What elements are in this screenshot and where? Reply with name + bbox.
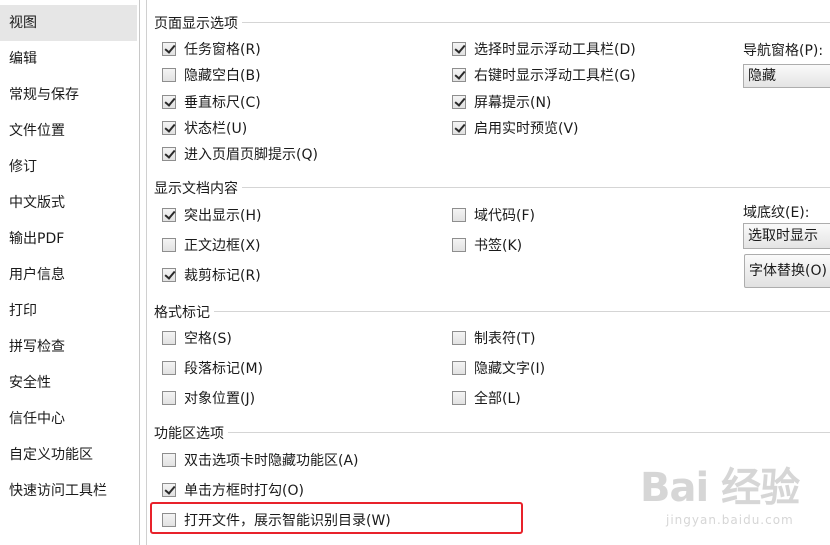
font-substitution-button[interactable]: 字体替换(O) xyxy=(744,254,830,288)
section-divider xyxy=(154,432,830,433)
option-field-codes[interactable]: 域代码(F) xyxy=(452,204,535,226)
option-crop-marks[interactable]: 裁剪标记(R) xyxy=(162,264,261,286)
baidu-watermark: Bai 经验 jingyan.baidu.com xyxy=(640,455,800,527)
option-screen-tips[interactable]: 屏幕提示(N) xyxy=(452,91,551,113)
option-hidden-text[interactable]: 隐藏文字(I) xyxy=(452,357,545,379)
option-label: 全部(L) xyxy=(474,391,521,407)
option-paragraph-marks[interactable]: 段落标记(M) xyxy=(162,357,263,379)
panel-border xyxy=(146,0,147,545)
nav-pane-label: 导航窗格(P): xyxy=(743,43,824,59)
sidebar-item-file-location[interactable]: 文件位置 xyxy=(0,113,137,149)
option-label: 书签(K) xyxy=(474,238,523,254)
sidebar-item-edit[interactable]: 编辑 xyxy=(0,41,137,77)
checkbox[interactable] xyxy=(162,453,176,467)
option-highlight[interactable]: 突出显示(H) xyxy=(162,204,261,226)
option-label: 双击选项卡时隐藏功能区(A) xyxy=(184,453,359,469)
checkbox-checked[interactable] xyxy=(162,147,176,161)
sidebar-item-print[interactable]: 打印 xyxy=(0,293,137,329)
option-label: 域代码(F) xyxy=(474,208,535,224)
checkbox[interactable] xyxy=(452,331,466,345)
field-shading-label: 域底纹(E): xyxy=(743,205,810,221)
option-label: 进入页眉页脚提示(Q) xyxy=(184,147,318,163)
sidebar-item-general-save[interactable]: 常规与保存 xyxy=(0,77,137,113)
watermark-logo: Bai 经验 xyxy=(640,465,800,511)
checkbox-checked[interactable] xyxy=(452,42,466,56)
checkbox-checked[interactable] xyxy=(162,268,176,282)
option-label: 裁剪标记(R) xyxy=(184,268,261,284)
options-sidebar: 视图 编辑 常规与保存 文件位置 修订 中文版式 输出PDF 用户信息 打印 拼… xyxy=(0,0,140,545)
option-label: 选择时显示浮动工具栏(D) xyxy=(474,42,636,58)
section-divider xyxy=(154,187,830,188)
option-label: 空格(S) xyxy=(184,331,232,347)
option-label: 制表符(T) xyxy=(474,331,536,347)
section-title-page-display: 页面显示选项 xyxy=(154,13,242,33)
sidebar-item-trust-center[interactable]: 信任中心 xyxy=(0,401,137,437)
option-label: 突出显示(H) xyxy=(184,208,262,224)
option-dblclick-hide-ribbon[interactable]: 双击选项卡时隐藏功能区(A) xyxy=(162,449,359,471)
field-shading-select[interactable]: 选取时显示 xyxy=(743,223,830,249)
option-text-boundaries[interactable]: 正文边框(X) xyxy=(162,234,261,256)
checkbox[interactable] xyxy=(162,68,176,82)
checkbox-checked[interactable] xyxy=(162,121,176,135)
option-label: 任务窗格(R) xyxy=(184,42,261,58)
highlight-box xyxy=(150,502,523,534)
option-float-toolbar-select[interactable]: 选择时显示浮动工具栏(D) xyxy=(452,38,636,60)
option-bookmarks[interactable]: 书签(K) xyxy=(452,234,522,256)
option-object-anchors[interactable]: 对象位置(J) xyxy=(162,387,255,409)
option-label: 段落标记(M) xyxy=(184,361,264,377)
section-title-doc-content: 显示文档内容 xyxy=(154,178,242,198)
option-label: 启用实时预览(V) xyxy=(474,121,579,137)
option-header-footer-hint[interactable]: 进入页眉页脚提示(Q) xyxy=(162,143,318,165)
sidebar-item-customize-ribbon[interactable]: 自定义功能区 xyxy=(0,437,137,473)
option-label: 单击方框时打勾(O) xyxy=(184,483,304,499)
option-label: 垂直标尺(C) xyxy=(184,95,261,111)
option-label: 状态栏(U) xyxy=(184,121,248,137)
nav-pane-select[interactable]: 隐藏 xyxy=(743,64,830,88)
sidebar-item-view[interactable]: 视图 xyxy=(0,5,137,41)
checkbox[interactable] xyxy=(162,238,176,252)
checkbox[interactable] xyxy=(452,361,466,375)
checkbox[interactable] xyxy=(162,361,176,375)
option-label: 屏幕提示(N) xyxy=(474,95,552,111)
checkbox-checked[interactable] xyxy=(162,483,176,497)
section-title-ribbon: 功能区选项 xyxy=(154,423,228,443)
option-task-pane[interactable]: 任务窗格(R) xyxy=(162,38,261,60)
sidebar-item-spellcheck[interactable]: 拼写检查 xyxy=(0,329,137,365)
checkbox-checked[interactable] xyxy=(452,68,466,82)
option-label: 隐藏文字(I) xyxy=(474,361,546,377)
checkbox-checked[interactable] xyxy=(162,95,176,109)
option-status-bar[interactable]: 状态栏(U) xyxy=(162,117,247,139)
sidebar-item-output-pdf[interactable]: 输出PDF xyxy=(0,221,137,257)
checkbox[interactable] xyxy=(452,238,466,252)
sidebar-item-user-info[interactable]: 用户信息 xyxy=(0,257,137,293)
sidebar-item-security[interactable]: 安全性 xyxy=(0,365,137,401)
checkbox[interactable] xyxy=(452,208,466,222)
checkbox-checked[interactable] xyxy=(162,42,176,56)
checkbox-checked[interactable] xyxy=(452,95,466,109)
option-live-preview[interactable]: 启用实时预览(V) xyxy=(452,117,579,139)
sidebar-item-quick-access[interactable]: 快速访问工具栏 xyxy=(0,473,137,509)
section-divider xyxy=(154,311,830,312)
section-divider xyxy=(154,22,830,23)
sidebar-item-chinese-layout[interactable]: 中文版式 xyxy=(0,185,137,221)
option-all-marks[interactable]: 全部(L) xyxy=(452,387,521,409)
sidebar-item-revision[interactable]: 修订 xyxy=(0,149,137,185)
option-tab-chars[interactable]: 制表符(T) xyxy=(452,327,535,349)
option-float-toolbar-rightclick[interactable]: 右键时显示浮动工具栏(G) xyxy=(452,64,636,86)
watermark-url: jingyan.baidu.com xyxy=(666,513,794,527)
section-title-format-marks: 格式标记 xyxy=(154,302,214,322)
option-spaces[interactable]: 空格(S) xyxy=(162,327,232,349)
checkbox-checked[interactable] xyxy=(162,208,176,222)
checkbox-checked[interactable] xyxy=(452,121,466,135)
option-hide-whitespace[interactable]: 隐藏空白(B) xyxy=(162,64,261,86)
option-label: 对象位置(J) xyxy=(184,391,256,407)
option-vertical-ruler[interactable]: 垂直标尺(C) xyxy=(162,91,261,113)
option-click-checkbox[interactable]: 单击方框时打勾(O) xyxy=(162,479,304,501)
checkbox[interactable] xyxy=(162,331,176,345)
option-label: 右键时显示浮动工具栏(G) xyxy=(474,68,636,84)
option-label: 隐藏空白(B) xyxy=(184,68,261,84)
checkbox[interactable] xyxy=(452,391,466,405)
option-label: 正文边框(X) xyxy=(184,238,261,254)
checkbox[interactable] xyxy=(162,391,176,405)
